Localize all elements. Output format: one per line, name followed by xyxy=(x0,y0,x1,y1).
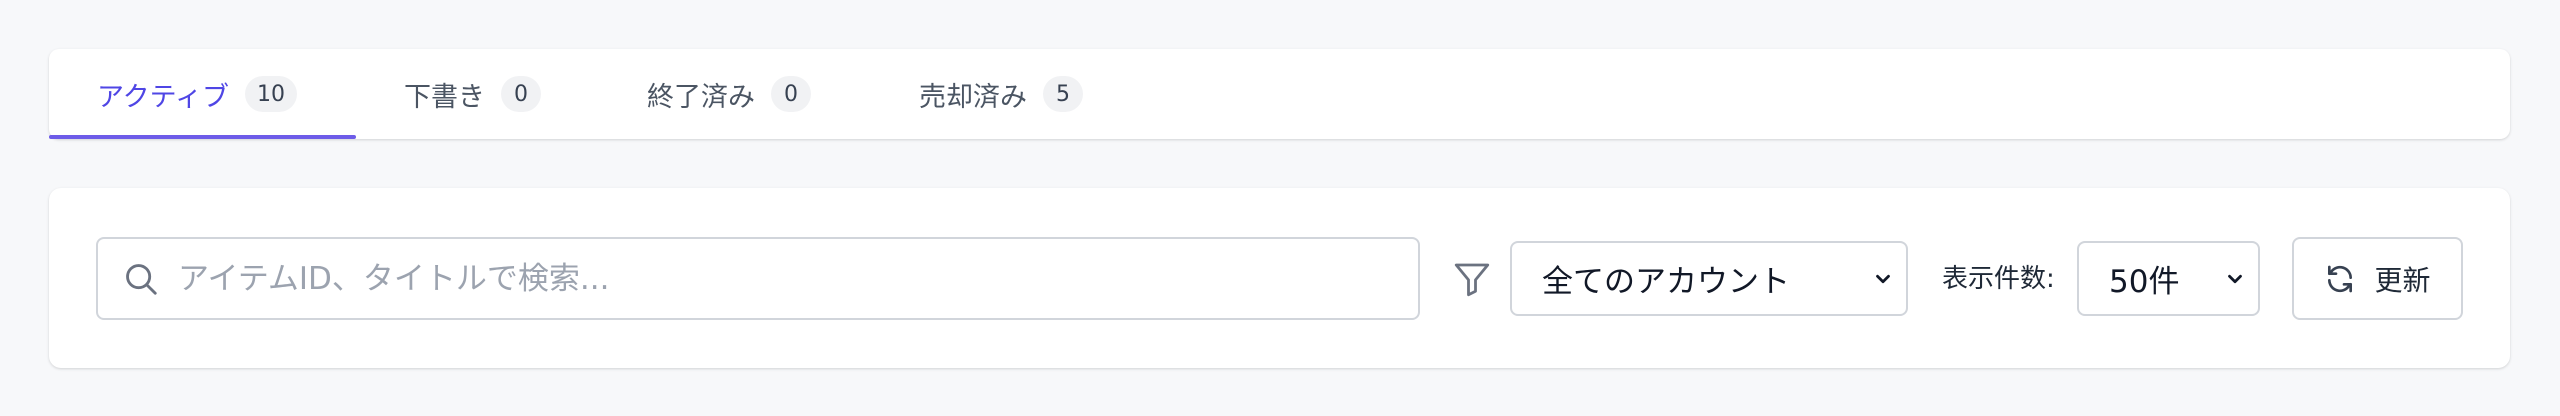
chevron-down-icon xyxy=(1872,268,1894,290)
tab-label: 終了済み xyxy=(647,81,755,113)
tab-count-badge: 10 xyxy=(245,76,298,112)
status-tabs: アクティブ 10 下書き 0 終了済み 0 売却済み 5 xyxy=(49,49,2510,139)
filter-icon[interactable] xyxy=(1451,258,1493,300)
search-input[interactable] xyxy=(178,260,1418,297)
tab-count-badge: 0 xyxy=(771,76,811,112)
tab-count-badge: 0 xyxy=(501,76,541,112)
account-select-value: 全てのアカウント xyxy=(1542,264,1790,300)
search-field[interactable] xyxy=(96,237,1420,320)
per-page-select-value: 50件 xyxy=(2109,264,2180,300)
account-select[interactable]: 全てのアカウント xyxy=(1510,241,1908,316)
tab-count-badge: 5 xyxy=(1043,76,1083,112)
filter-bar: 全てのアカウント 表示件数: 50件 更新 xyxy=(49,188,2510,368)
tab-drafts[interactable]: 下書き 0 xyxy=(356,49,599,139)
search-icon xyxy=(122,260,160,298)
chevron-down-icon xyxy=(2224,268,2246,290)
refresh-label: 更新 xyxy=(2374,263,2431,297)
tab-ended[interactable]: 終了済み 0 xyxy=(599,49,871,139)
tab-label: 売却済み xyxy=(919,81,1027,113)
per-page-label: 表示件数: xyxy=(1942,264,2055,294)
tab-active[interactable]: アクティブ 10 xyxy=(49,49,356,139)
refresh-icon xyxy=(2324,263,2356,295)
tab-sold[interactable]: 売却済み 5 xyxy=(871,49,1151,139)
per-page-select[interactable]: 50件 xyxy=(2077,241,2260,316)
refresh-button[interactable]: 更新 xyxy=(2292,237,2463,320)
tab-label: 下書き xyxy=(404,81,485,113)
tab-label: アクティブ xyxy=(97,81,230,113)
